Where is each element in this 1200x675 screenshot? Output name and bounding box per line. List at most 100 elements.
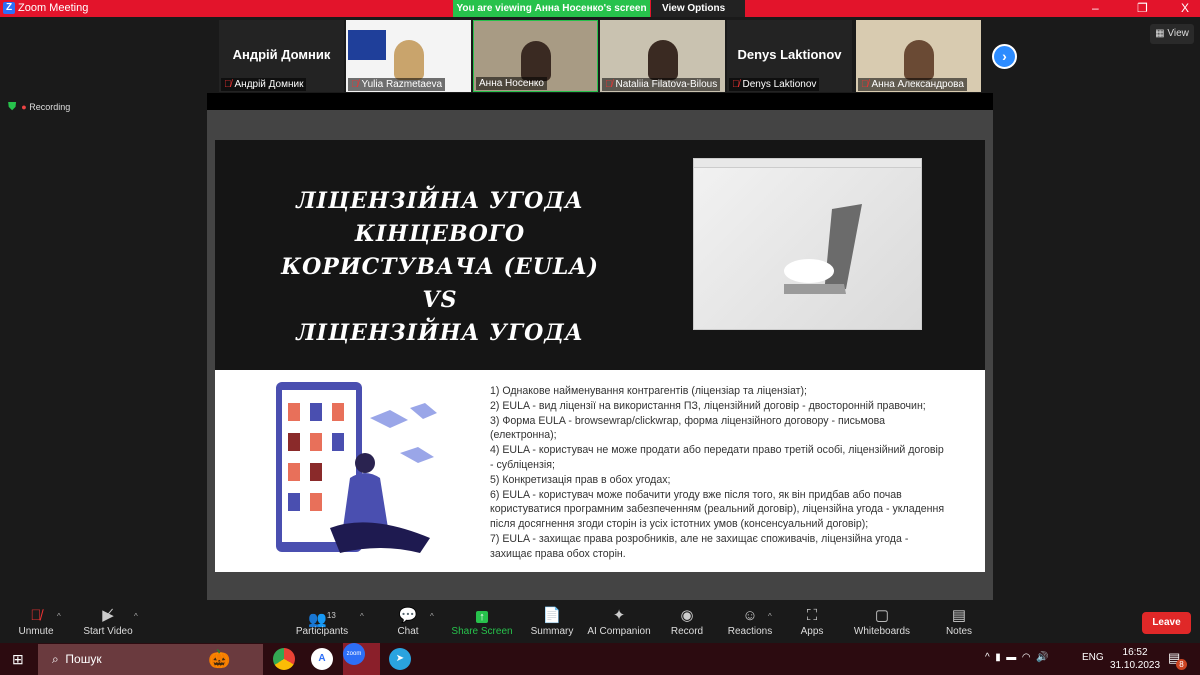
reading-illustration xyxy=(276,382,437,553)
time: 16:52 xyxy=(1122,647,1148,658)
view-button[interactable]: ▦ View xyxy=(1150,24,1194,44)
video-options-caret[interactable]: ^ xyxy=(134,612,138,621)
viewing-banner: You are viewing Анна Носенко's screen xyxy=(453,0,650,17)
leave-button[interactable]: Leave xyxy=(1142,612,1191,634)
participant-tile[interactable]: Андрій Домник 🎙̸ Андрій Домник xyxy=(219,20,344,92)
slide-title: ЛІЦЕНЗІЙНА УГОДА КІНЦЕВОГО КОРИСТУВАЧА (… xyxy=(220,185,660,350)
zoom-logo-icon: Z xyxy=(3,2,15,14)
notification-icon[interactable]: ▤ 8 xyxy=(1168,650,1187,670)
record-label: Record xyxy=(670,626,704,637)
view-label: View xyxy=(1167,28,1189,39)
start-video-label: Start Video xyxy=(83,626,133,637)
zoom-icon: zoom xyxy=(343,643,365,665)
participant-name: Nataliia Filatova-Bilous xyxy=(615,79,718,90)
title-line: ЛІЦЕНЗІЙНА УГОДА КІНЦЕВОГО xyxy=(296,188,584,247)
recording-label: Recording xyxy=(29,102,71,112)
zoom-taskbar-button[interactable]: zoom xyxy=(343,643,380,675)
title-line: ЛІЦЕНЗІЙНА УГОДА xyxy=(296,320,584,346)
recording-indicator[interactable]: ⛊ ● Recording xyxy=(8,101,70,114)
participant-tile[interactable]: 🎙̸ Nataliia Filatova-Bilous xyxy=(600,20,725,92)
whiteboards-label: Whiteboards xyxy=(853,626,911,637)
notes-icon: ▤ xyxy=(951,607,967,624)
point: 2) EULA - вид ліцензії на використання П… xyxy=(490,399,926,412)
title-line: VS xyxy=(422,287,458,313)
view-options-label: View Options xyxy=(662,3,726,14)
shared-screen-top-strip xyxy=(207,93,993,110)
share-screen-label: Share Screen xyxy=(451,626,513,637)
sparkle-icon: ✦ xyxy=(612,607,626,624)
notes-label: Notes xyxy=(945,626,973,637)
reactions-label: Reactions xyxy=(727,626,773,637)
participant-tile[interactable]: 🎙̸ Анна Александрова xyxy=(856,20,981,92)
language-indicator[interactable]: ENG xyxy=(1082,652,1104,663)
share-screen-button[interactable]: ↑ Share Screen xyxy=(447,606,517,637)
muted-mic-icon: 🎙̸ xyxy=(224,79,232,90)
whiteboards-button[interactable]: ▢ Whiteboards xyxy=(847,606,917,637)
apps-button[interactable]: ⛶ Apps xyxy=(777,606,847,637)
laptop-photo xyxy=(693,158,922,330)
notification-badge: 8 xyxy=(1176,659,1187,670)
ai-companion-label: AI Companion xyxy=(587,626,651,637)
participants-icon: 👥13 xyxy=(308,611,336,628)
title-bar: Z Zoom Meeting You are viewing Анна Носе… xyxy=(0,0,1200,31)
point: 6) EULA - користувач може побачити угоду… xyxy=(490,488,945,531)
slide-points: 1) Однакове найменування контрагентів (л… xyxy=(490,384,950,562)
participant-tile[interactable]: Denys Laktionov 🎙̸ Denys Laktionov xyxy=(727,20,852,92)
muted-mic-icon: 🎙̸ xyxy=(351,79,359,90)
point: 5) Конкретизація прав в обох угодах; xyxy=(490,473,671,486)
laptop-icon xyxy=(784,204,862,294)
chat-caret[interactable]: ^ xyxy=(430,612,434,621)
maximize-button[interactable]: ❐ xyxy=(1137,1,1148,15)
whiteboard-icon: ▢ xyxy=(874,607,890,624)
point: 4) EULA - користувач не може продати або… xyxy=(490,444,944,471)
participants-count: 13 xyxy=(326,611,336,620)
start-video-button[interactable]: ▶̸ Start Video xyxy=(73,606,143,637)
windows-start-icon[interactable]: ⊞ xyxy=(12,651,24,668)
next-page-button[interactable]: › xyxy=(992,44,1017,69)
pumpkin-icon: 🎃 xyxy=(208,649,231,669)
summary-label: Summary xyxy=(530,626,574,637)
apps-icon: ⛶ xyxy=(806,607,818,624)
chat-button[interactable]: 💬 Chat xyxy=(373,606,443,637)
shield-icon: ⛊ xyxy=(8,101,17,113)
record-button[interactable]: ◉ Record xyxy=(652,606,722,637)
clock[interactable]: 16:52 31.10.2023 xyxy=(1110,646,1160,672)
participants-caret[interactable]: ^ xyxy=(360,612,364,621)
point: 7) EULA - захищає права розробників, але… xyxy=(490,532,909,560)
telegram-icon[interactable]: ➤ xyxy=(389,648,411,670)
participant-big-name: Denys Laktionov xyxy=(737,47,842,62)
participant-name: Denys Laktionov xyxy=(742,79,817,90)
record-dot-icon: ● xyxy=(21,102,27,112)
eu-flag-icon xyxy=(348,30,386,60)
reactions-caret[interactable]: ^ xyxy=(768,612,772,621)
chevron-right-icon: › xyxy=(1002,48,1007,64)
apps-label: Apps xyxy=(800,626,824,637)
record-icon: ◉ xyxy=(680,607,694,624)
minimize-button[interactable]: – xyxy=(1092,1,1099,15)
point: 1) Однакове найменування контрагентів (л… xyxy=(490,385,808,397)
reactions-button[interactable]: ☺ Reactions xyxy=(715,606,785,637)
muted-mic-icon: 🎙̸ xyxy=(861,79,869,90)
participant-tile-active-speaker[interactable]: Анна Носенко xyxy=(473,20,598,92)
search-placeholder: Пошук xyxy=(65,652,102,666)
chrome-icon[interactable] xyxy=(273,648,295,670)
app-a-icon[interactable]: A xyxy=(311,648,333,670)
notes-button[interactable]: ▤ Notes xyxy=(924,606,994,637)
taskbar-search[interactable]: ⌕ Пошук 🎃 xyxy=(38,644,263,675)
summary-button[interactable]: 📄 Summary xyxy=(517,606,587,637)
point: 3) Форма EULA - browsewrap/clickwrap, фо… xyxy=(490,414,886,442)
ai-companion-button[interactable]: ✦ AI Companion xyxy=(584,606,654,637)
tray-icons[interactable]: ^ ▮ ▬ ◠ 🔊 xyxy=(985,652,1049,663)
window-title: Zoom Meeting xyxy=(18,2,89,14)
participant-tile[interactable]: 🎙̸ Yulia Razmetaeva xyxy=(346,20,471,92)
participant-name: Анна Носенко xyxy=(479,78,544,89)
participants-button[interactable]: 👥13 Participants xyxy=(287,606,357,637)
close-button[interactable]: X xyxy=(1181,1,1189,15)
participant-big-name: Андрій Домник xyxy=(232,47,331,62)
unmute-button[interactable]: 🎙̸ Unmute xyxy=(1,606,71,637)
audio-options-caret[interactable]: ^ xyxy=(57,612,61,621)
participant-name: Анна Александрова xyxy=(871,79,964,90)
muted-mic-icon: 🎙̸ xyxy=(732,79,740,90)
view-options-button[interactable]: View Options ⌄ xyxy=(651,0,745,31)
participant-name: Андрій Домник xyxy=(234,79,304,90)
